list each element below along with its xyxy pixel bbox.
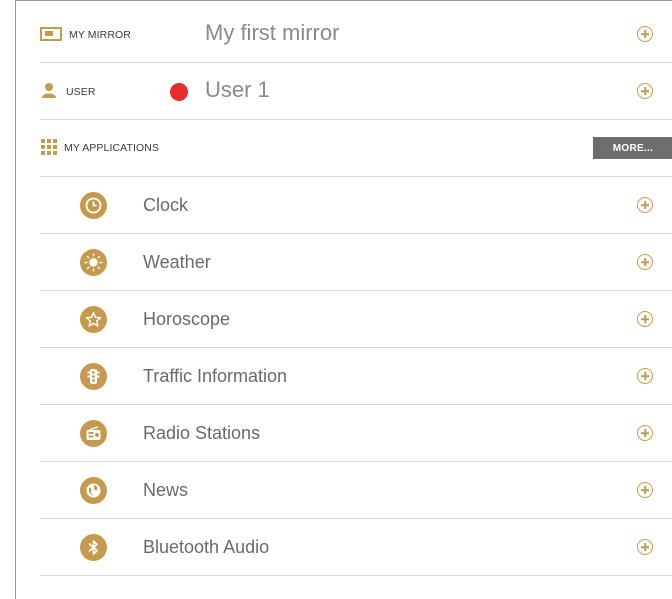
- add-icon[interactable]: [637, 368, 653, 384]
- screen-icon: [40, 27, 62, 46]
- app-label: Radio Stations: [143, 423, 261, 443]
- app-row-horoscope[interactable]: Horoscope: [40, 291, 672, 348]
- user-label: USER: [66, 86, 96, 98]
- user-add-icon[interactable]: [637, 83, 653, 99]
- add-icon[interactable]: [637, 197, 653, 213]
- user-status-dot: [170, 83, 188, 101]
- app-label: Weather: [143, 252, 211, 272]
- bluetooth-icon: [80, 534, 107, 561]
- person-icon: [41, 82, 57, 103]
- mirror-add-icon[interactable]: [637, 26, 653, 42]
- app-row-traffic[interactable]: Traffic Information: [40, 348, 672, 405]
- user-name: User 1: [205, 77, 270, 102]
- globe-icon: [80, 477, 107, 504]
- app-row-clock[interactable]: Clock: [40, 177, 672, 234]
- traffic-light-icon: [80, 363, 107, 390]
- app-label: Horoscope: [143, 309, 231, 329]
- add-icon[interactable]: [637, 311, 653, 327]
- mirror-row[interactable]: MY MIRROR My first mirror: [40, 1, 672, 63]
- applications-header: MY APPLICATIONS MORE...: [40, 120, 672, 177]
- app-row-bluetooth[interactable]: Bluetooth Audio: [40, 519, 672, 576]
- add-icon[interactable]: [637, 539, 653, 555]
- mirror-label: MY MIRROR: [69, 29, 131, 41]
- user-row[interactable]: USER User 1: [40, 63, 672, 120]
- sun-icon: [80, 249, 107, 276]
- add-icon[interactable]: [637, 425, 653, 441]
- star-icon: [80, 306, 107, 333]
- mirror-name: My first mirror: [205, 20, 340, 45]
- app-row-news[interactable]: News: [40, 462, 672, 519]
- app-row-weather[interactable]: Weather: [40, 234, 672, 291]
- settings-panel: MY MIRROR My first mirror USER User 1 MY…: [15, 0, 672, 599]
- app-label: Clock: [143, 195, 189, 215]
- app-row-radio[interactable]: Radio Stations: [40, 405, 672, 462]
- more-button[interactable]: MORE...: [593, 137, 672, 159]
- add-icon[interactable]: [637, 254, 653, 270]
- add-icon[interactable]: [637, 482, 653, 498]
- clock-icon: [80, 192, 107, 219]
- app-label: Bluetooth Audio: [143, 537, 270, 557]
- app-label: News: [143, 480, 189, 500]
- grid-icon: [41, 139, 57, 160]
- app-label: Traffic Information: [143, 366, 288, 386]
- applications-label: MY APPLICATIONS: [64, 142, 160, 154]
- radio-icon: [80, 420, 107, 447]
